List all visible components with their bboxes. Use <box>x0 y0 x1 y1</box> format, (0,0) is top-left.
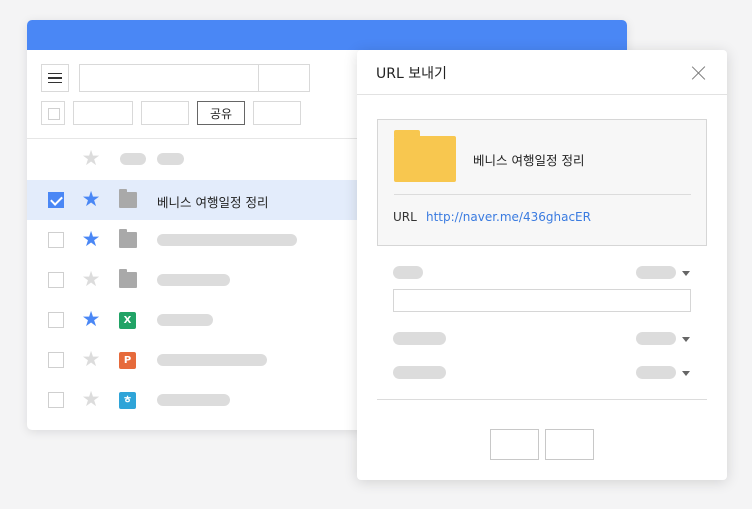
menu-icon[interactable] <box>41 64 69 92</box>
star-icon[interactable]: ★ <box>81 268 101 290</box>
file-name-placeholder <box>157 354 267 366</box>
toolbar-button-2[interactable] <box>141 101 189 125</box>
star-icon[interactable]: ★ <box>81 388 101 410</box>
option-select[interactable] <box>636 366 676 379</box>
window-header-bar <box>27 20 627 50</box>
file-name-placeholder <box>157 314 213 326</box>
row-checkbox[interactable] <box>48 392 64 408</box>
column-header-placeholder <box>120 153 146 165</box>
dialog-footer-divider <box>377 399 707 400</box>
dialog-title: URL 보내기 <box>376 66 447 82</box>
toolbar-button-3[interactable] <box>253 101 301 125</box>
file-name-placeholder <box>157 274 230 286</box>
folder-icon <box>119 189 137 208</box>
folder-icon <box>119 229 137 248</box>
option-label-placeholder <box>393 266 423 279</box>
row-checkbox[interactable] <box>48 352 64 368</box>
column-header-placeholder <box>157 153 184 165</box>
search-button[interactable] <box>258 64 310 92</box>
toolbar-button-1[interactable] <box>73 101 133 125</box>
hwp-icon: ㅎ <box>119 392 136 409</box>
file-name-placeholder <box>157 234 297 246</box>
url-label: URL <box>393 210 417 224</box>
close-icon[interactable] <box>690 64 708 82</box>
option-label-placeholder <box>393 366 446 379</box>
option-select[interactable] <box>636 332 676 345</box>
url-send-dialog: URL 보내기 베니스 여행일정 정리 URL http://naver.me/… <box>357 50 727 480</box>
dialog-divider <box>357 94 727 95</box>
shared-item-name: 베니스 여행일정 정리 <box>473 153 585 168</box>
row-checkbox[interactable] <box>48 192 64 208</box>
star-icon: ★ <box>81 146 101 170</box>
shared-item-card: 베니스 여행일정 정리 URL http://naver.me/436ghacE… <box>377 119 707 246</box>
cancel-button[interactable] <box>545 429 594 460</box>
recipient-input[interactable] <box>393 289 691 312</box>
row-checkbox[interactable] <box>48 232 64 248</box>
option-label-placeholder <box>393 332 446 345</box>
star-icon[interactable]: ★ <box>81 228 101 250</box>
star-icon[interactable]: ★ <box>81 348 101 370</box>
card-divider <box>394 194 691 195</box>
star-icon[interactable]: ★ <box>81 188 101 210</box>
chevron-down-icon[interactable] <box>682 271 690 276</box>
folder-icon <box>119 269 137 288</box>
search-input[interactable] <box>79 64 259 92</box>
share-button[interactable]: 공유 <box>197 101 245 125</box>
option-select[interactable] <box>636 266 676 279</box>
excel-icon: X <box>119 312 136 329</box>
share-url-link[interactable]: http://naver.me/436ghacER <box>426 210 591 224</box>
row-checkbox[interactable] <box>48 312 64 328</box>
select-all-checkbox[interactable] <box>41 101 65 125</box>
chevron-down-icon[interactable] <box>682 337 690 342</box>
confirm-button[interactable] <box>490 429 539 460</box>
file-name-placeholder <box>157 394 230 406</box>
powerpoint-icon: P <box>119 352 136 369</box>
folder-icon <box>394 130 456 182</box>
file-name: 베니스 여행일정 정리 <box>157 195 269 210</box>
chevron-down-icon[interactable] <box>682 371 690 376</box>
row-checkbox[interactable] <box>48 272 64 288</box>
star-icon[interactable]: ★ <box>81 308 101 330</box>
